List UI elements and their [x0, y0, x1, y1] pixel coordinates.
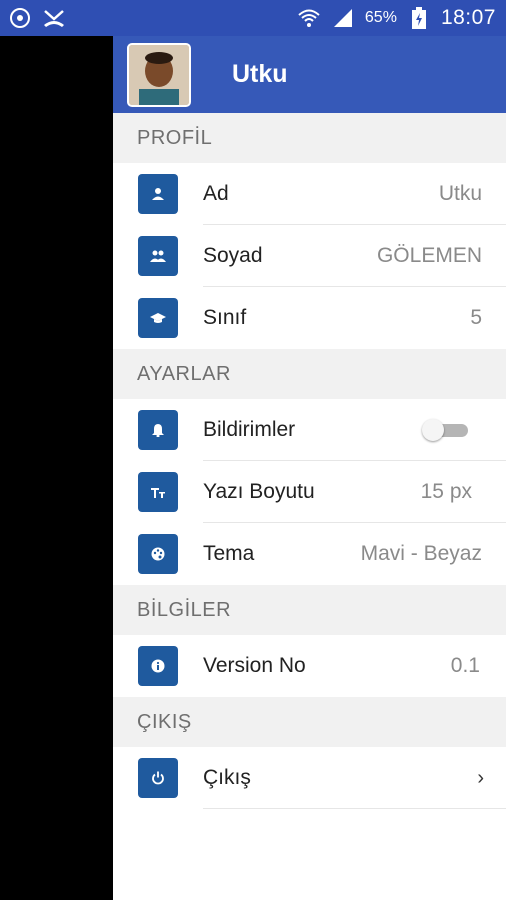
row-value: 15 px	[420, 480, 472, 503]
text-size-icon	[138, 472, 178, 512]
person-icon	[138, 174, 178, 214]
row-sinif[interactable]: Sınıf 5	[113, 287, 506, 349]
chevron-right-icon: ›	[477, 766, 484, 789]
drawer-header: Utku	[113, 36, 506, 113]
graduation-cap-icon	[138, 298, 178, 338]
row-value: Utku	[438, 182, 482, 205]
row-value: 5	[470, 306, 482, 329]
info-icon	[138, 646, 178, 686]
row-tema[interactable]: Tema Mavi - Beyaz	[113, 523, 506, 585]
row-value: GÖLEMEN	[376, 244, 482, 267]
row-label: Version No	[203, 654, 306, 677]
row-soyad[interactable]: Soyad GÖLEMEN	[113, 225, 506, 287]
section-header-cikis: ÇIKIŞ	[113, 697, 506, 747]
navigation-drawer: Utku PROFİL Ad Utku Soyad GÖLEMEN Sınıf …	[113, 36, 506, 900]
row-yazi-boyutu[interactable]: Yazı Boyutu 15 px	[113, 461, 506, 523]
palette-icon	[138, 534, 178, 574]
row-bildirimler[interactable]: Bildirimler	[113, 399, 506, 461]
row-ad[interactable]: Ad Utku	[113, 163, 506, 225]
row-label: Sınıf	[203, 306, 247, 329]
row-label: Yazı Boyutu	[203, 480, 315, 503]
wifi-icon	[297, 6, 321, 30]
clock: 18:07	[440, 6, 496, 29]
divider	[203, 808, 506, 809]
section-header-profil: PROFİL	[113, 113, 506, 163]
row-label: Soyad	[203, 244, 263, 267]
group-icon	[138, 236, 178, 276]
user-name: Utku	[232, 60, 288, 88]
battery-percent: 65%	[364, 9, 397, 26]
avatar[interactable]	[127, 42, 191, 107]
signal-icon	[331, 6, 355, 30]
sync-icon	[8, 6, 32, 30]
battery-charging-icon	[407, 6, 431, 30]
row-value: Mavi - Beyaz	[360, 542, 482, 565]
section-header-bilgiler: BİLGİLER	[113, 585, 506, 635]
missed-call-icon	[42, 6, 66, 30]
bell-icon	[138, 410, 178, 450]
row-label: Bildirimler	[203, 418, 296, 441]
power-icon	[138, 758, 178, 798]
row-label: Çıkış	[203, 766, 251, 789]
notifications-toggle[interactable]	[422, 419, 468, 441]
dimmed-background[interactable]	[0, 36, 113, 900]
row-version[interactable]: Version No 0.1	[113, 635, 506, 697]
row-logout[interactable]: Çıkış ›	[113, 747, 506, 809]
row-label: Tema	[203, 542, 255, 565]
row-label: Ad	[203, 182, 229, 205]
section-header-ayarlar: AYARLAR	[113, 349, 506, 399]
row-value: 0.1	[450, 654, 480, 677]
toggle-knob	[422, 419, 444, 441]
status-bar: 65% 18:07	[0, 0, 506, 36]
